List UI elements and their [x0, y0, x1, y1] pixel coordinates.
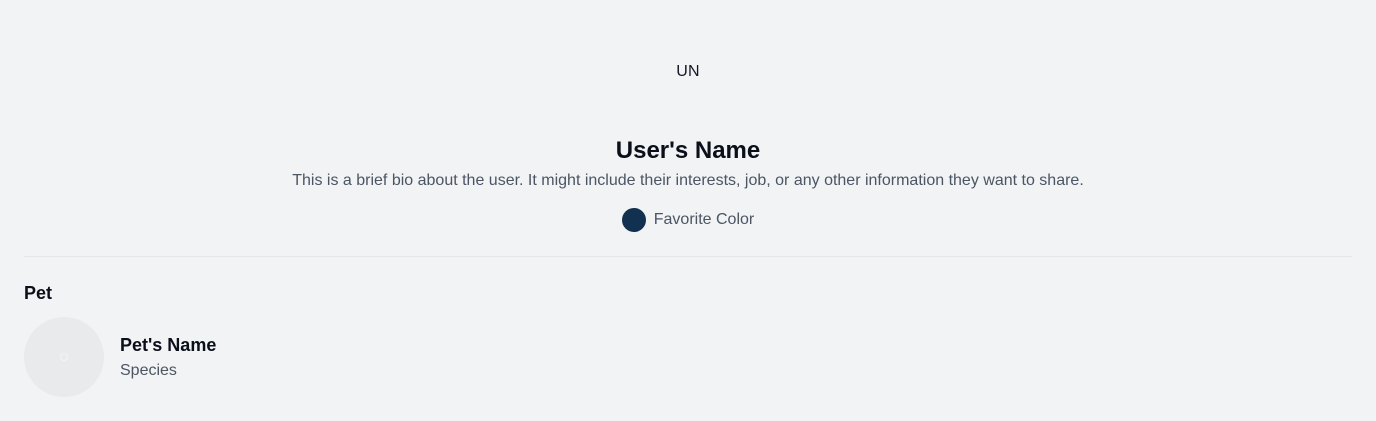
- section-divider: [24, 256, 1352, 257]
- favorite-color-swatch: [621, 208, 646, 232]
- avatar-initials: UN: [676, 63, 700, 80]
- user-name: User's Name: [615, 137, 761, 164]
- favorite-color-label: Favorite Color: [653, 211, 755, 228]
- image-placeholder-icon: [60, 353, 68, 361]
- user-bio: This is a brief bio about the user. It m…: [292, 172, 1084, 189]
- pet-name: Pet's Name: [120, 334, 217, 355]
- pet-photo: [24, 317, 104, 397]
- favorite-color-row: Favorite Color: [24, 208, 1352, 232]
- user-avatar: UN: [632, 16, 744, 128]
- pet-details: Pet's Name Species: [120, 335, 216, 380]
- profile-page: UN User's Name This is a brief bio about…: [24, 0, 1352, 421]
- pet-section-heading: Pet: [24, 283, 53, 303]
- pet-card: Pet's Name Species: [24, 317, 524, 397]
- pet-species: Species: [120, 361, 177, 379]
